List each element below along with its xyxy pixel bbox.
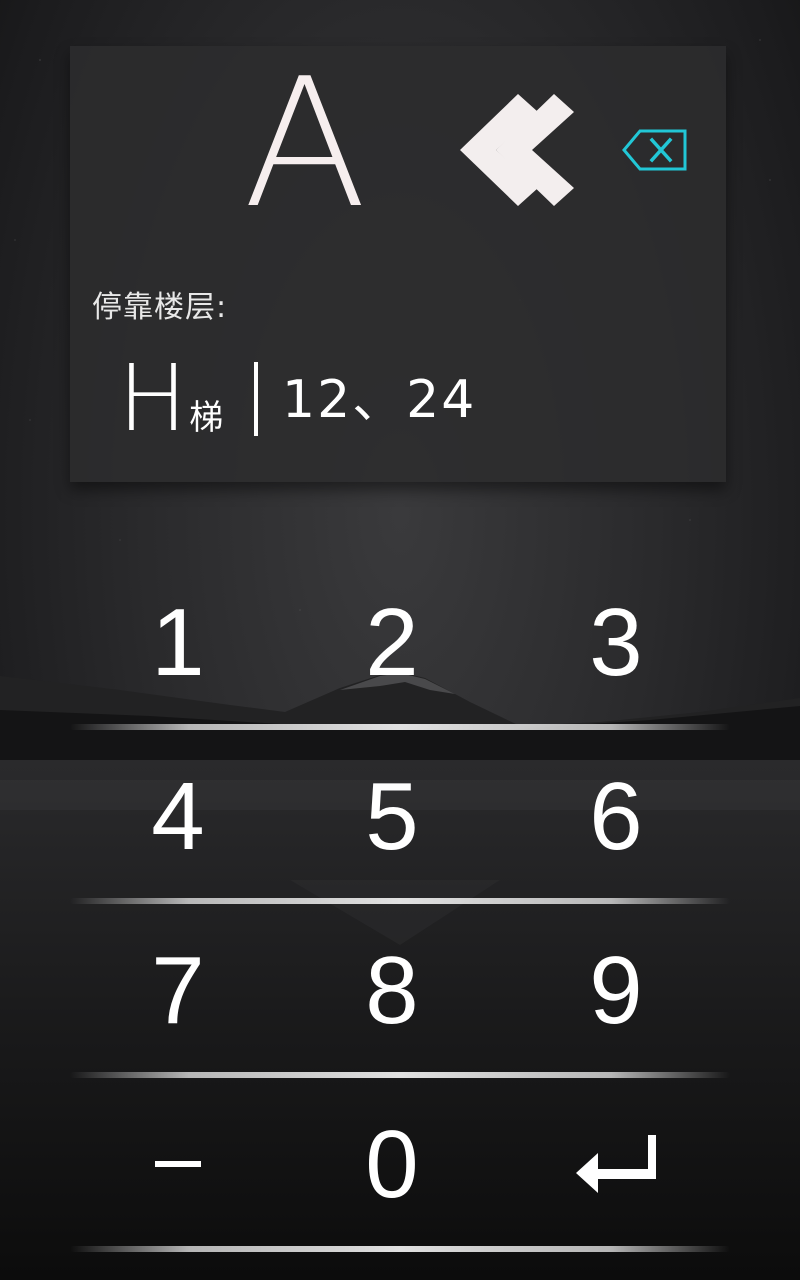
- key-6[interactable]: 6: [506, 730, 726, 904]
- keypad-row-3: 7 8 9: [0, 904, 800, 1078]
- elevator-letter: A: [242, 40, 368, 247]
- vertical-divider: [254, 362, 258, 436]
- stop-floors-label: 停靠楼层:: [92, 290, 228, 325]
- delete-button[interactable]: [622, 128, 688, 172]
- backspace-x-icon: [622, 129, 687, 171]
- enter-icon: [576, 1135, 656, 1193]
- elevator-id-letter: H: [118, 345, 188, 452]
- row-divider: [70, 1246, 730, 1252]
- numeric-keypad: 1 2 3 4 5 6 7 8 9 0: [0, 556, 800, 1252]
- key-3[interactable]: 3: [506, 556, 726, 730]
- keypad-row-4: 0: [0, 1078, 800, 1252]
- key-minus[interactable]: [68, 1078, 288, 1252]
- key-4[interactable]: 4: [68, 730, 288, 904]
- stop-floors-value: 12、24: [282, 370, 477, 430]
- elevator-id-suffix: 梯: [189, 398, 224, 438]
- double-chevron-left-icon: [460, 94, 574, 206]
- key-7[interactable]: 7: [68, 904, 288, 1078]
- elevator-id: H 梯: [118, 345, 224, 452]
- enter-button[interactable]: [506, 1078, 726, 1252]
- keypad-row-2: 4 5 6: [0, 730, 800, 904]
- minus-icon: [155, 1161, 201, 1167]
- key-1[interactable]: 1: [68, 556, 288, 730]
- keypad-row-1: 1 2 3: [0, 556, 800, 730]
- key-8[interactable]: 8: [282, 904, 502, 1078]
- key-9[interactable]: 9: [506, 904, 726, 1078]
- key-5[interactable]: 5: [282, 730, 502, 904]
- key-2[interactable]: 2: [282, 556, 502, 730]
- back-button[interactable]: [458, 90, 576, 210]
- key-0[interactable]: 0: [282, 1078, 502, 1252]
